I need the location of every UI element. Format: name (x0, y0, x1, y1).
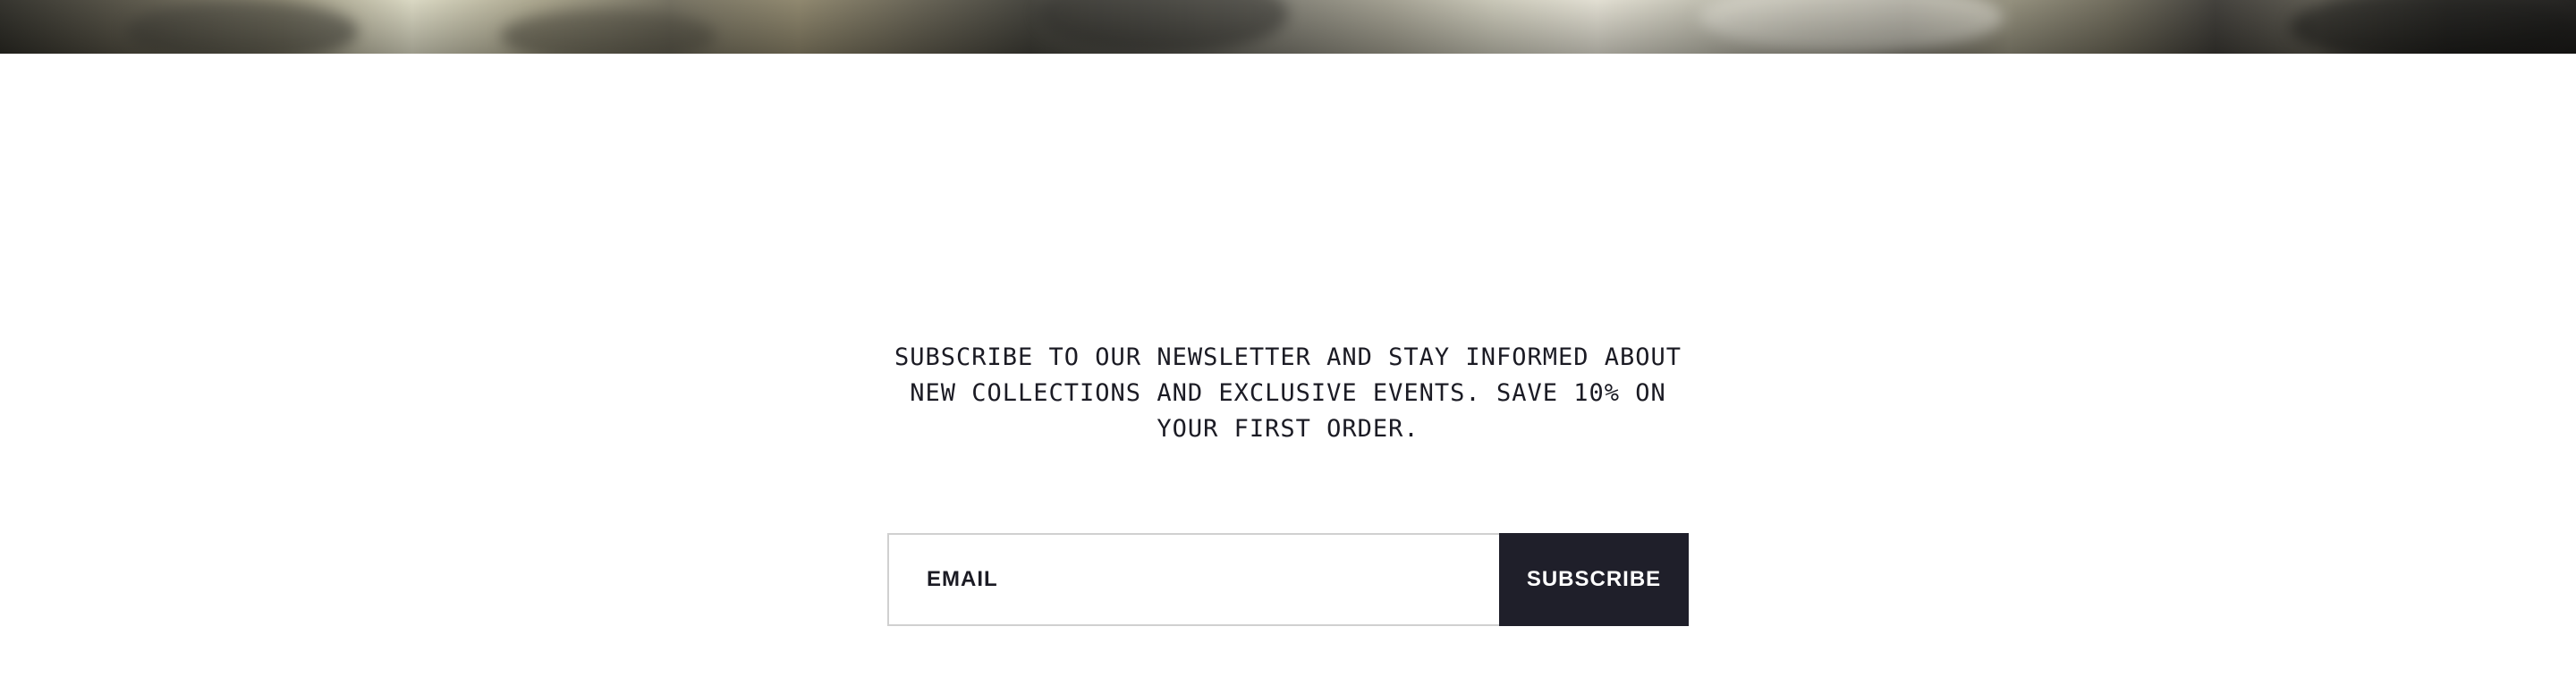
subscribe-button[interactable]: SUBSCRIBE (1499, 533, 1689, 626)
newsletter-form: SUBSCRIBE (887, 533, 1689, 626)
newsletter-description: SUBSCRIBE TO OUR NEWSLETTER AND STAY INF… (894, 343, 1682, 443)
page: SUBSCRIBE TO OUR NEWSLETTER AND STAY INF… (0, 0, 2576, 686)
email-input[interactable] (887, 533, 1499, 626)
hero-image (0, 0, 2576, 54)
hero-image-overlay (0, 0, 2576, 54)
